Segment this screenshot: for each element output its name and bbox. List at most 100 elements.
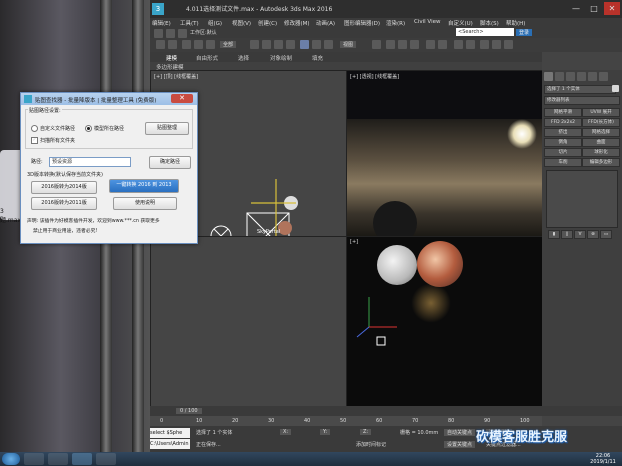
pivot-icon[interactable] [372, 40, 381, 49]
modifier-button[interactable]: UVW 展开 [582, 108, 620, 117]
minimize-button[interactable]: — [568, 2, 584, 15]
coord-z-field[interactable]: Z: [360, 429, 372, 435]
viewport-perspective-label[interactable]: [+] [透视] [线框覆盖] [350, 73, 399, 80]
taskbar-app-3dsmax[interactable] [72, 453, 92, 465]
time-slider-frame[interactable]: 0 / 100 [176, 408, 202, 414]
tab-selection[interactable]: 选择 [238, 54, 249, 62]
modifier-button[interactable]: 挤出 [544, 128, 582, 137]
convert-2011-button[interactable]: 2016版转为2011版 [31, 197, 97, 210]
close-button[interactable]: ✕ [604, 2, 620, 15]
undo-icon[interactable] [156, 40, 165, 49]
render-icon[interactable] [504, 40, 513, 49]
add-time-tag[interactable]: 添加时间标记 [356, 441, 386, 448]
selection-filter-dropdown[interactable]: 全部 [220, 41, 237, 48]
object-color-swatch[interactable] [612, 85, 619, 92]
modifier-button[interactable]: 网格选择 [582, 128, 620, 137]
viewport-left[interactable]: [+] [150, 236, 348, 408]
remove-modifier-button[interactable]: ⊗ [587, 230, 599, 239]
auto-key-button[interactable]: 自动关键点 [444, 429, 476, 436]
redo-icon[interactable] [168, 40, 177, 49]
search-input[interactable]: <Search> [456, 28, 514, 36]
taskbar-app-explorer[interactable] [24, 453, 44, 465]
pin-stack-button[interactable]: ▮ [548, 230, 560, 239]
coord-y-field[interactable]: Y: [320, 429, 331, 435]
menu-view[interactable]: 视图(V) [232, 19, 251, 27]
maximize-button[interactable]: □ [586, 2, 602, 15]
make-unique-button[interactable]: ∀ [574, 230, 586, 239]
app-logo-icon[interactable]: 3 [152, 3, 164, 15]
angle-snap-icon[interactable] [398, 40, 407, 49]
show-end-result-button[interactable]: || [561, 230, 573, 239]
login-button[interactable]: 登录 [516, 29, 533, 36]
modifier-button[interactable]: 球形化 [582, 148, 620, 157]
map-organize-button[interactable]: 贴图整理 [145, 122, 189, 135]
save-file-icon[interactable] [178, 29, 187, 38]
modifier-list-dropdown[interactable]: 修改器列表 [544, 96, 620, 105]
viewport-perspective[interactable]: [+] [透视] [线框覆盖] [346, 70, 544, 245]
modifier-button[interactable]: FFD(长方体) [582, 118, 620, 127]
radio-model-path[interactable] [85, 125, 92, 132]
menu-rendering[interactable]: 渲染(R) [386, 19, 405, 27]
curve-editor-icon[interactable] [454, 40, 463, 49]
render-setup-icon[interactable] [480, 40, 489, 49]
path-input[interactable]: 预设资源 [49, 157, 131, 167]
modifier-button[interactable]: 切片 [544, 148, 582, 157]
dialog-close-button[interactable]: ✕ [171, 94, 193, 103]
material-editor-icon[interactable] [466, 40, 475, 49]
select-object-icon[interactable] [250, 40, 259, 49]
menu-edit[interactable]: 编辑(E) [152, 19, 171, 27]
rect-selection-icon[interactable] [274, 40, 283, 49]
scan-folders-label[interactable]: 扫描所有文件夹 [40, 137, 75, 144]
render-frame-icon[interactable] [492, 40, 501, 49]
tab-modeling[interactable]: 建模 [166, 54, 177, 62]
radio-custom-path-label[interactable]: 自定义文件路径 [40, 125, 75, 132]
percent-snap-icon[interactable] [410, 40, 419, 49]
modifier-button[interactable]: 网格平滑 [544, 108, 582, 117]
set-key-button[interactable]: 设置关键点 [444, 441, 476, 448]
menu-scripting[interactable]: 脚本(S) [480, 19, 499, 27]
modifier-stack-list[interactable] [546, 170, 618, 228]
reference-coord-dropdown[interactable]: 视图 [340, 41, 357, 48]
open-file-icon[interactable] [166, 29, 175, 38]
align-icon[interactable] [438, 40, 447, 49]
start-button[interactable] [2, 453, 20, 465]
taskbar-app-browser[interactable] [48, 453, 68, 465]
system-clock[interactable]: 22:06 2019/1/11 [586, 453, 620, 465]
modifier-button[interactable]: 倒角 [544, 138, 582, 147]
modifier-button[interactable]: FFD 2x2x2 [544, 118, 582, 127]
confirm-path-button[interactable]: 确定路径 [149, 156, 191, 169]
maxscript-listener[interactable]: select $Sphe [150, 428, 190, 438]
select-by-name-icon[interactable] [262, 40, 271, 49]
menu-customize[interactable]: 自定义(U) [448, 19, 473, 27]
mirror-icon[interactable] [426, 40, 435, 49]
radio-model-path-label[interactable]: 模型所在路径 [94, 125, 124, 132]
rotate-icon[interactable] [312, 40, 321, 49]
move-icon[interactable] [300, 40, 309, 49]
snap-icon[interactable] [386, 40, 395, 49]
tab-object-paint[interactable]: 对象绘制 [270, 54, 292, 62]
radio-custom-path[interactable] [31, 125, 38, 132]
modify-tab-icon[interactable] [555, 72, 564, 81]
tab-populate[interactable]: 填充 [312, 54, 323, 62]
create-tab-icon[interactable] [544, 72, 553, 81]
viewport-camera[interactable]: [+] [346, 236, 544, 408]
object-name-field[interactable]: 选择了 1 个实体 [544, 85, 616, 94]
menu-tools[interactable]: 工具(T) [180, 19, 199, 27]
coord-x-field[interactable]: X: [280, 429, 292, 435]
unlink-icon[interactable] [194, 40, 203, 49]
utilities-tab-icon[interactable] [599, 72, 608, 81]
convert-2014-button[interactable]: 2016版转为2014版 [31, 181, 97, 194]
menu-graph-editors[interactable]: 图形编辑器(D) [344, 19, 380, 27]
modifier-button[interactable]: 曲面 [582, 138, 620, 147]
window-crossing-icon[interactable] [286, 40, 295, 49]
scale-icon[interactable] [324, 40, 333, 49]
menu-help[interactable]: 帮助(H) [506, 19, 525, 27]
scan-folders-checkbox[interactable]: ✓ [31, 137, 38, 144]
taskbar-app-other[interactable] [96, 453, 116, 465]
dialog-title-bar[interactable]: 贴图查找器 - 批量降版本 | 批量整理工具 (免费版) ✕ [21, 93, 197, 105]
tab-freeform[interactable]: 自由形式 [196, 54, 218, 62]
new-file-icon[interactable] [154, 29, 163, 38]
time-slider[interactable]: 0 / 100 [150, 406, 622, 416]
configure-sets-button[interactable]: ▭ [600, 230, 612, 239]
hierarchy-tab-icon[interactable] [566, 72, 575, 81]
